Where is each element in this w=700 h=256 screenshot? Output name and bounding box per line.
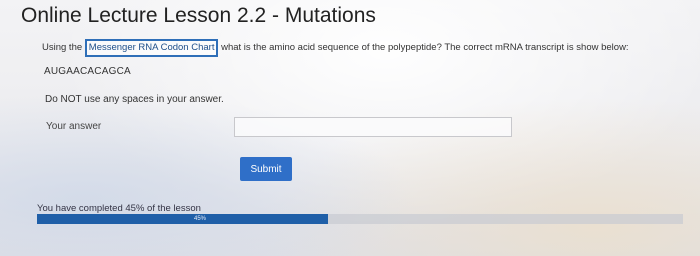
question-prefix: Using the xyxy=(42,42,83,53)
question-suffix: what is the amino acid sequence of the p… xyxy=(221,42,629,53)
lesson-title: Online Lecture Lesson 2.2 - Mutations xyxy=(21,4,376,27)
progress-bar xyxy=(37,214,683,224)
progress-percent-label: 45% xyxy=(194,216,207,222)
progress-fill xyxy=(37,214,328,224)
question-text: Using the Messenger RNA Codon Chart what… xyxy=(42,38,629,58)
codon-chart-link[interactable]: Messenger RNA Codon Chart xyxy=(84,39,219,57)
lesson-page: Online Lecture Lesson 2.2 - Mutations Us… xyxy=(0,0,700,256)
answer-input[interactable] xyxy=(234,117,512,137)
mrna-transcript: AUGAACACAGCA xyxy=(44,66,131,77)
answer-label: Your answer xyxy=(46,121,102,132)
progress-text: You have completed 45% of the lesson xyxy=(37,203,201,214)
submit-button[interactable]: Submit xyxy=(240,157,292,181)
answer-instruction: Do NOT use any spaces in your answer. xyxy=(45,94,224,105)
